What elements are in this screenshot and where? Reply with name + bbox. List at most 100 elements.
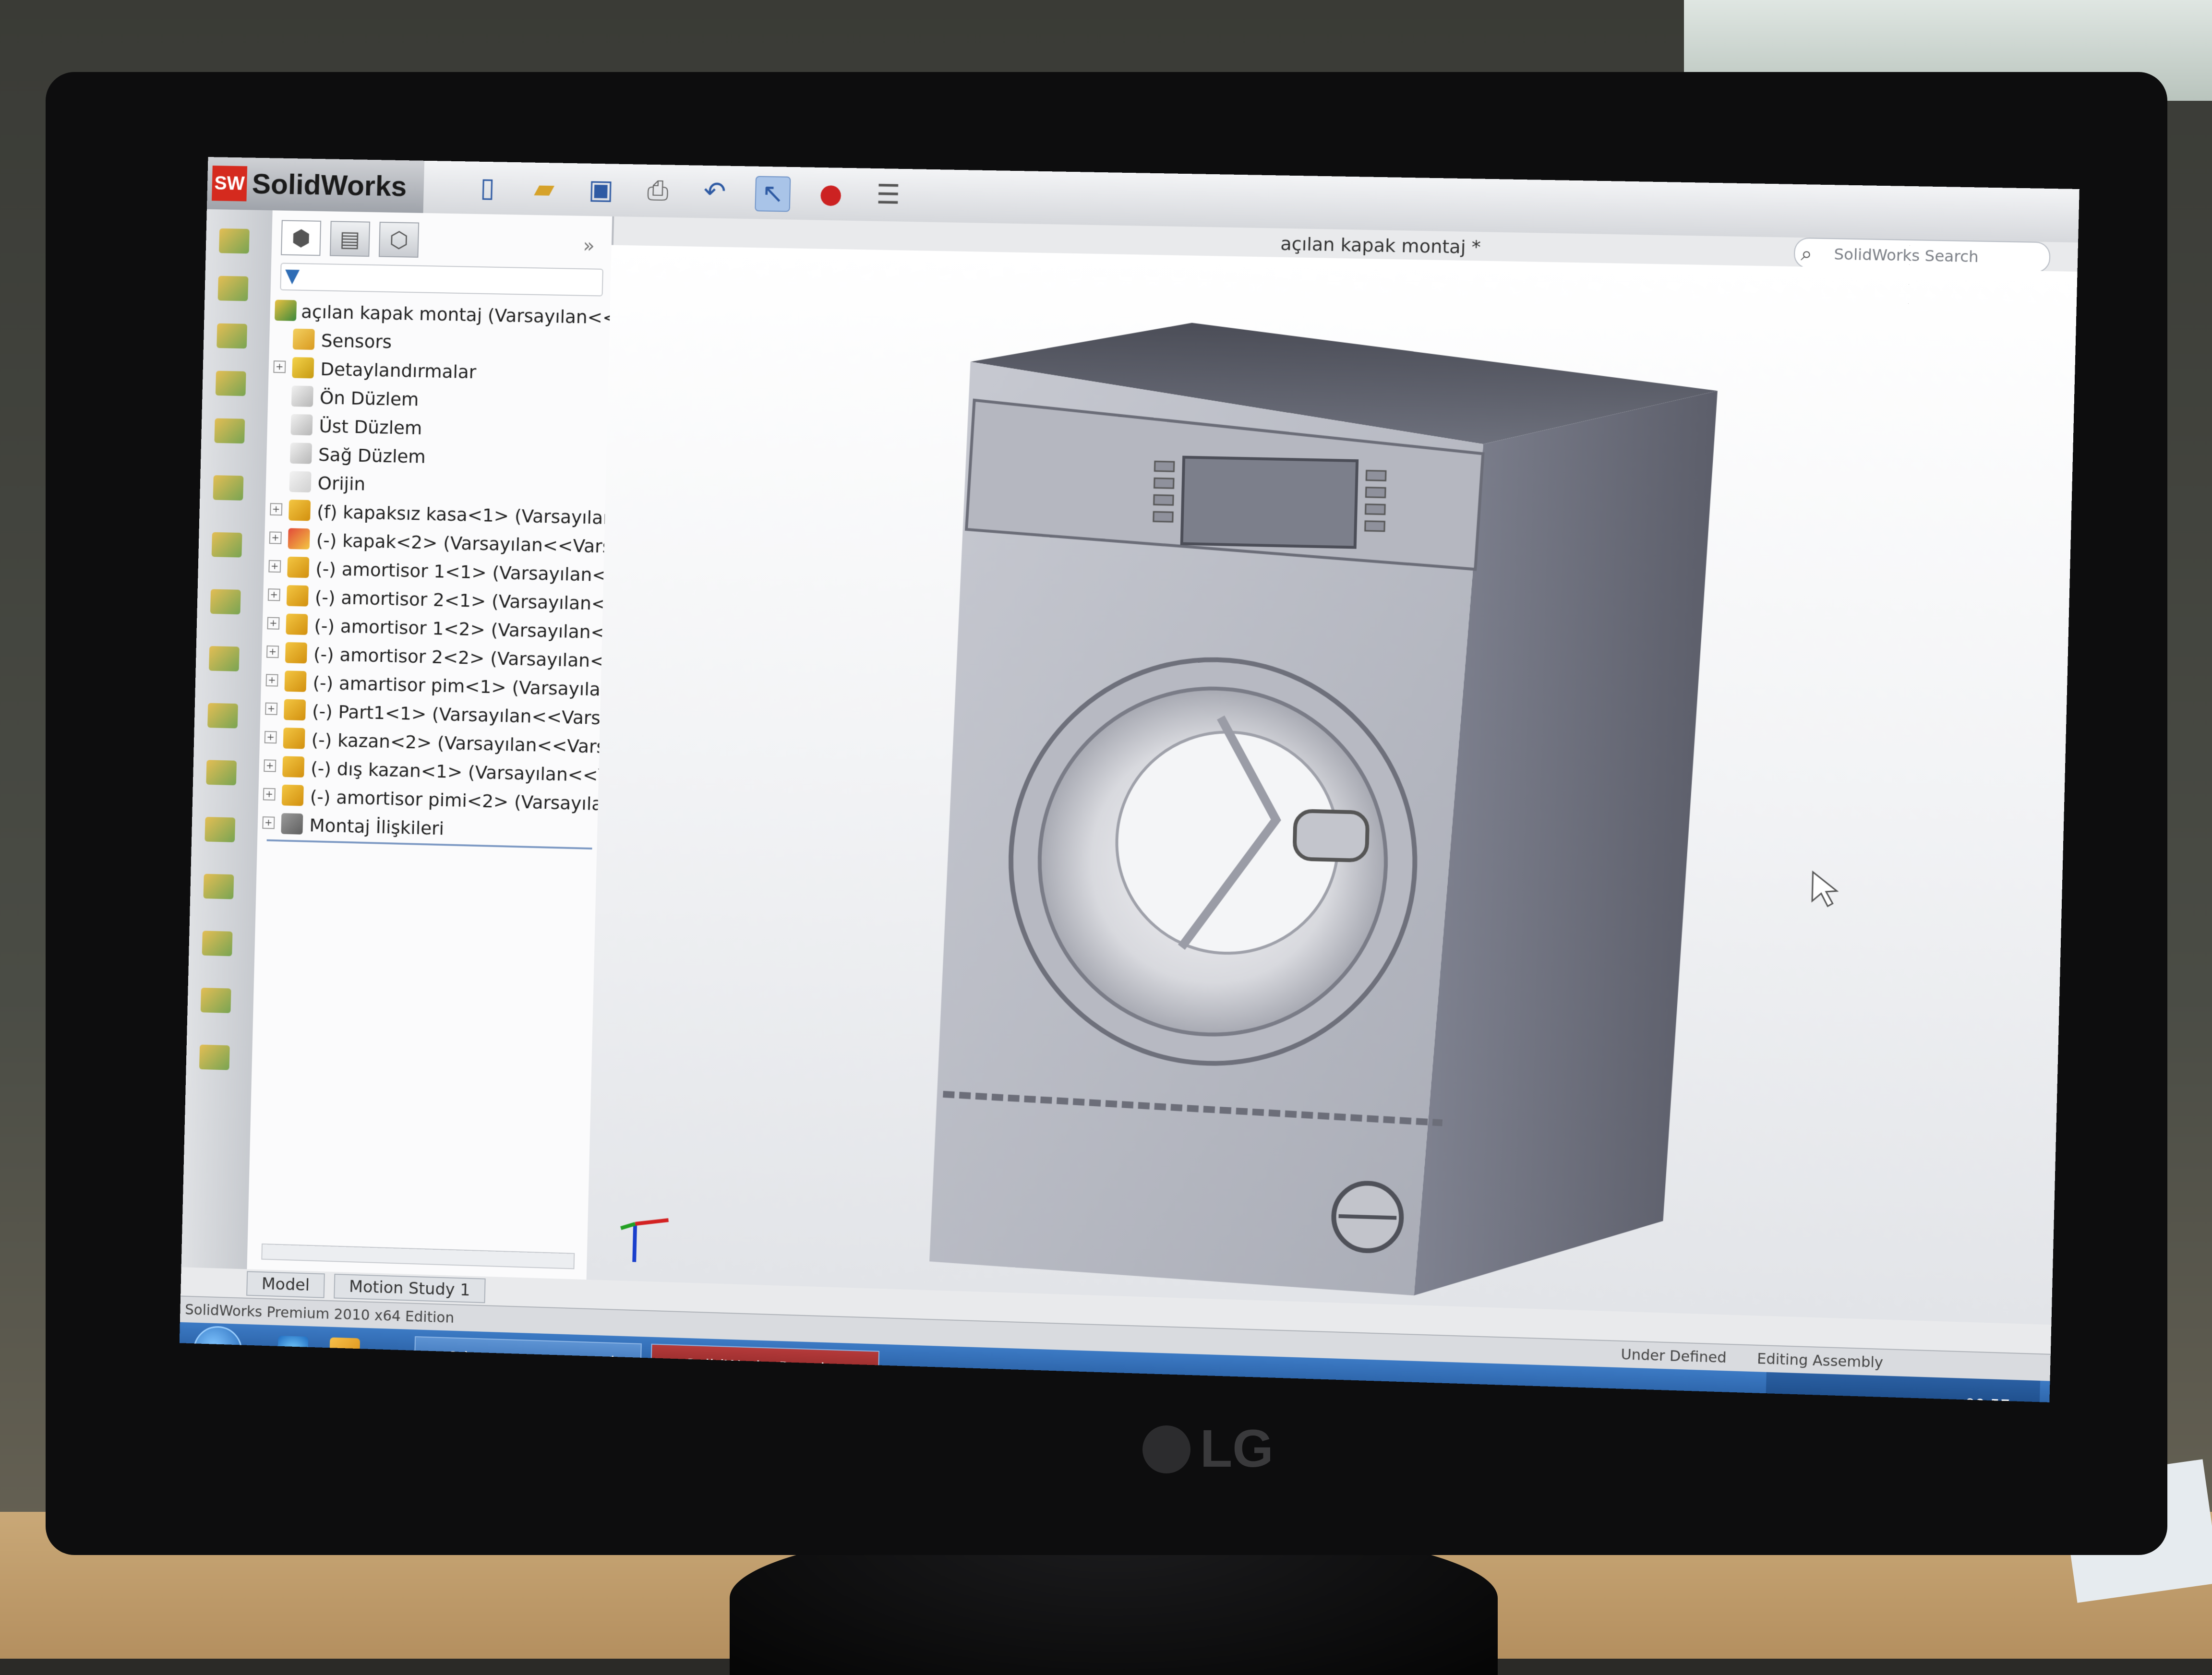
save-icon[interactable]: ▣ (584, 173, 618, 207)
expand-toggle-icon[interactable]: + (263, 788, 276, 801)
app-logo[interactable]: SW SolidWorks (206, 157, 425, 213)
expand-toggle-icon[interactable]: + (266, 645, 279, 658)
horizontal-scrollbar[interactable] (261, 1243, 575, 1269)
linear-pattern-icon[interactable] (216, 323, 248, 349)
new-motion-study-icon[interactable] (208, 646, 240, 671)
tree-item-label: (-) amortisor pimi<2> (Varsayıla (310, 786, 599, 815)
filter-cap-slot (1339, 1216, 1397, 1218)
status-mode: Editing Assembly (1756, 1350, 1884, 1372)
tree-root-label: açılan kapak montaj (Varsayılan<< (301, 301, 610, 328)
part-icon (286, 613, 308, 635)
tree-item-label: Ön Düzlem (319, 387, 419, 410)
screen: SW SolidWorks ▯ ▰ ▣ ⎙ ↶ ↖ ● ☰ açılan kap… (179, 157, 2080, 1402)
tree-item-label: (-) kazan<2> (Varsayılan<<Vars (311, 729, 600, 757)
expand-toggle-icon[interactable]: + (273, 360, 286, 373)
search-placeholder: SolidWorks Search (1834, 245, 1979, 266)
configuration-manager-tab-icon[interactable]: ⬡ (378, 222, 420, 258)
feature-manager-tab-icon[interactable]: ⬢ (281, 220, 322, 256)
document-title: açılan kapak montaj * (1280, 233, 1481, 258)
instant3d-icon[interactable] (203, 873, 234, 899)
axis-triad (620, 1219, 669, 1263)
expand-toggle-icon[interactable]: + (267, 588, 280, 601)
exploded-view-icon[interactable] (206, 760, 237, 786)
standard-toolbar: ▯ ▰ ▣ ⎙ ↶ ↖ ● ☰ (470, 171, 905, 214)
expand-toggle-icon[interactable]: + (267, 617, 280, 630)
sensor-icon (292, 328, 315, 350)
plane-icon (290, 414, 313, 436)
model-viewport (587, 318, 2078, 1304)
interference-detection-icon[interactable] (204, 816, 236, 842)
solidworks-logo-icon: SW (212, 166, 248, 202)
mates-icon (281, 813, 303, 835)
app-edition: SolidWorks Premium 2010 x64 Edition (184, 1301, 455, 1327)
panel-tabs: ⬢ ▤ ⬡ (281, 220, 420, 258)
assembly-tools-icon[interactable] (202, 931, 233, 957)
smart-fasteners-icon[interactable] (215, 371, 246, 396)
property-manager-tab-icon[interactable]: ▤ (329, 221, 371, 257)
expand-toggle-icon[interactable]: + (264, 759, 276, 772)
assembly-icon (274, 299, 297, 321)
tree-item-label: (-) amortisor 1<2> (Varsayılan< (314, 615, 603, 643)
options-icon[interactable]: ☰ (871, 178, 905, 212)
insert-components-icon[interactable] (218, 228, 250, 254)
origin-icon (289, 471, 312, 493)
tab-model[interactable]: Model (246, 1271, 325, 1298)
tree-item-label: Orijin (317, 472, 366, 495)
select-icon[interactable]: ↖ (755, 176, 791, 212)
tree-item-label: (-) amortisor 2<1> (Varsayılan< (314, 586, 603, 614)
show-hidden-icon[interactable] (213, 475, 244, 501)
undo-icon[interactable]: ↶ (698, 175, 732, 209)
part-icon (284, 699, 306, 721)
part-icon (282, 756, 305, 778)
part-icon (284, 670, 307, 692)
tree-item-label: (f) kapaksız kasa<1> (Varsayılan (316, 501, 605, 529)
expand-toggle-icon[interactable]: + (268, 560, 281, 573)
feature-tree: açılan kapak montaj (Varsayılan<< Sensor… (262, 296, 610, 850)
display-screen (1182, 457, 1357, 548)
tree-item-label: (-) amortisor 1<1> (Varsayılan< (315, 558, 604, 586)
filter-icon: ▼ (285, 264, 300, 287)
reference-geometry-icon[interactable] (210, 589, 241, 615)
move-component-icon[interactable] (214, 418, 245, 444)
tree-item-label: Üst Düzlem (319, 415, 422, 439)
feature-manager-panel: ⬢ ▤ ⬡ » ▼ açılan kapak montaj (Varsayıla… (247, 210, 614, 1280)
tree-item-label: (-) amortisor 2<2> (Varsayılan< (313, 644, 602, 671)
washing-machine-model[interactable] (929, 318, 1719, 1304)
tree-item-label: Detaylandırmalar (320, 359, 477, 383)
expand-toggle-icon[interactable]: + (270, 503, 283, 516)
new-icon[interactable]: ▯ (470, 171, 505, 205)
expand-toggle-icon[interactable]: + (265, 674, 278, 687)
plane-icon (291, 385, 313, 407)
expand-toggle-icon[interactable]: + (264, 730, 277, 744)
open-icon[interactable]: ▰ (527, 172, 561, 206)
expand-toggle-icon[interactable]: + (269, 531, 282, 544)
expand-toggle-icon[interactable]: + (265, 702, 278, 715)
tree-item-label: (-) Part1<1> (Varsayılan<<Vars (312, 700, 601, 729)
tree-item-label: Sensors (321, 330, 392, 353)
expand-chevron-icon[interactable]: » (583, 235, 595, 257)
part-icon (281, 784, 304, 806)
toolbox-icon[interactable] (199, 1044, 230, 1070)
rebuild-icon[interactable]: ● (814, 177, 848, 211)
bill-of-materials-icon[interactable] (207, 703, 238, 729)
hole-series-icon[interactable] (200, 987, 231, 1013)
expand-toggle-icon[interactable]: + (262, 816, 275, 829)
app-name: SolidWorks (252, 168, 408, 203)
mate-icon[interactable] (217, 275, 249, 301)
part-icon (283, 727, 305, 749)
lg-logo-icon (1142, 1425, 1190, 1473)
status-definition: Under Defined (1621, 1346, 1727, 1367)
tree-item-label: (-) amartisor pim<1> (Varsayıla (313, 672, 601, 700)
print-icon[interactable]: ⎙ (641, 174, 675, 208)
search-icon: ⌕ (1800, 241, 1813, 265)
assembly-features-icon[interactable] (211, 532, 242, 558)
tree-item-label: (-) dış kazan<1> (Varsayılan<<V (310, 757, 599, 786)
tab-motion-study[interactable]: Motion Study 1 (334, 1273, 486, 1304)
door-handle (1294, 811, 1368, 861)
tree-item-label: Sağ Düzlem (318, 444, 426, 467)
graphics-area[interactable] (586, 245, 2078, 1325)
plane-icon (289, 443, 313, 464)
subassembly-icon (288, 528, 310, 550)
tree-filter-input[interactable]: ▼ (280, 263, 603, 297)
part-icon (289, 499, 311, 521)
